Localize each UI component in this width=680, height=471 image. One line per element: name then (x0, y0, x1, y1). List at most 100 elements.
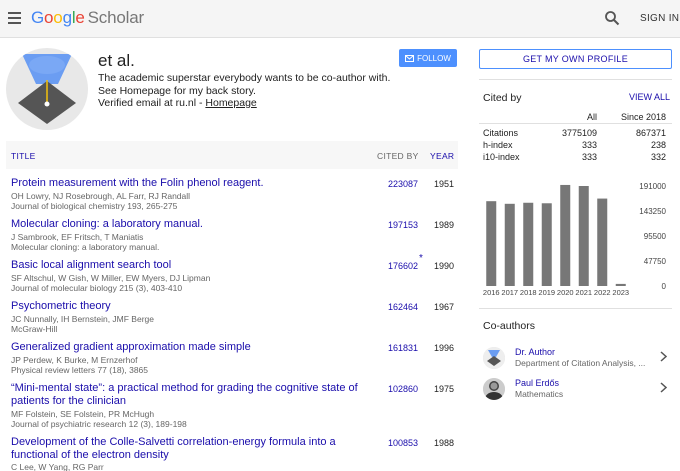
article-authors: J Sambrook, EF Fritsch, T Maniatis (11, 232, 144, 242)
article-journal: Journal of psychiatric research 12 (3), … (11, 419, 187, 429)
coauthor-affiliation: Department of Citation Analysis, ... (515, 358, 646, 368)
view-all-link[interactable]: VIEW ALL (629, 92, 670, 102)
article-authors: SF Altschul, W Gish, W Miller, EW Myers,… (11, 273, 211, 283)
bar-2019[interactable] (541, 203, 552, 286)
x-tick-label: 2022 (594, 288, 611, 297)
profile-avatar (6, 48, 88, 130)
profile-bio: The academic superstar everybody wants t… (98, 72, 391, 97)
coauthor-item[interactable]: Paul Erdős Mathematics (483, 378, 673, 404)
article-title[interactable]: Molecular cloning: a laboratory manual. (11, 218, 381, 231)
cited-count[interactable]: 161831 (388, 343, 418, 353)
x-tick-label: 2017 (501, 288, 518, 297)
bar-2021[interactable] (578, 186, 589, 286)
x-tick-label: 2021 (575, 288, 592, 297)
article-year: 1989 (434, 220, 455, 230)
stat-citations-since: 867371 (635, 128, 666, 138)
coauthor-name[interactable]: Paul Erdős (515, 378, 559, 388)
google-scholar-logo[interactable]: Google Scholar (31, 8, 144, 28)
coauthor-name[interactable]: Dr. Author (515, 347, 555, 357)
stat-h-index-since: 238 (650, 140, 666, 150)
article-authors: JP Perdew, K Burke, M Ernzerhof (11, 355, 138, 365)
article-journal: Journal of biological chemistry 193, 265… (11, 201, 178, 211)
article-journal: Physical review letters 77 (18), 3865 (11, 365, 149, 375)
article-title[interactable]: Basic local alignment search tool (11, 259, 381, 272)
stat-label-h-index[interactable]: h-index (483, 140, 513, 150)
stat-label-i10-index[interactable]: i10-index (483, 152, 520, 162)
col-all-header: All (586, 112, 597, 122)
article-year: 1990 (434, 261, 455, 271)
y-tick-label: 95500 (644, 232, 667, 241)
envelope-icon (405, 54, 415, 62)
article-authors: C Lee, W Yang, RG Parr (11, 462, 104, 471)
x-tick-label: 2019 (538, 288, 555, 297)
article-title[interactable]: Generalized gradient approximation made … (11, 341, 381, 354)
verified-text: Verified email at ru.nl - (98, 97, 206, 109)
chevron-right-icon[interactable] (660, 351, 667, 362)
bar-2022[interactable] (597, 198, 608, 286)
article-title[interactable]: “Mini-mental state”: a practical method … (11, 382, 381, 408)
cited-count[interactable]: 197153 (388, 220, 418, 230)
logo-google: Google (31, 8, 85, 27)
article-authors: MF Folstein, SE Folstein, PR McHugh (11, 409, 155, 419)
article-title[interactable]: Protein measurement with the Folin pheno… (11, 177, 381, 190)
article-year: 1996 (434, 343, 455, 353)
article-journal: McGraw-Hill (11, 324, 58, 334)
x-tick-label: 2023 (612, 288, 629, 297)
sort-by-year[interactable]: YEAR (430, 151, 454, 161)
follow-button[interactable]: FOLLOW (399, 49, 457, 67)
x-tick-label: 2020 (557, 288, 574, 297)
coauthor-avatar (483, 347, 505, 369)
search-icon[interactable] (604, 10, 620, 26)
x-tick-label: 2018 (520, 288, 537, 297)
articles-header: TITLE CITED BY YEAR (6, 141, 458, 169)
bar-2017[interactable] (504, 203, 515, 286)
sort-by-cited[interactable]: CITED BY (377, 151, 419, 161)
profile-name: et al. (98, 51, 135, 70)
bar-2023[interactable] (615, 283, 626, 286)
bar-2016[interactable] (486, 201, 497, 286)
verified-email: Verified email at ru.nl - Homepage (98, 97, 257, 109)
coauthor-item[interactable]: Dr. Author Department of Citation Analys… (483, 347, 673, 373)
cited-count[interactable]: 162464 (388, 302, 418, 312)
cited-count[interactable]: 102860 (388, 384, 418, 394)
cited-by-heading: Cited by (483, 92, 522, 104)
y-tick-label: 0 (662, 282, 667, 291)
sort-by-title[interactable]: TITLE (11, 151, 36, 161)
article-authors: OH Lowry, NJ Rosebrough, AL Farr, RJ Ran… (11, 191, 191, 201)
coauthor-affiliation: Mathematics (515, 389, 564, 399)
logo-scholar: Scholar (87, 8, 144, 27)
article-journal: Molecular cloning: a laboratory manual. (11, 242, 160, 252)
stat-citations-all: 3775109 (561, 128, 597, 138)
stat-label-citations[interactable]: Citations (483, 128, 518, 138)
bar-2020[interactable] (560, 184, 571, 286)
article-year: 1988 (434, 438, 455, 448)
col-since-header: Since 2018 (620, 112, 666, 122)
follow-label: FOLLOW (417, 53, 451, 63)
merged-citation-star[interactable]: * (419, 253, 423, 264)
article-title[interactable]: Development of the Colle-Salvetti correl… (11, 436, 381, 462)
article-year: 1967 (434, 302, 455, 312)
stat-h-index-all: 333 (581, 140, 597, 150)
cited-count[interactable]: 100853 (388, 438, 418, 448)
hamburger-menu-icon[interactable] (8, 12, 21, 24)
stat-i10-since: 332 (650, 152, 666, 162)
divider (479, 79, 672, 80)
y-tick-label: 47750 (644, 257, 667, 266)
chart-svg: 2016 2017 2018 2019 2020 2021 2022 2023 191000 14… (483, 182, 667, 297)
cited-count[interactable]: 223087 (388, 179, 418, 189)
article-authors: JC Nunnally, IH Bernstein, JMF Berge (11, 314, 154, 324)
stat-i10-all: 333 (581, 152, 597, 162)
article-title[interactable]: Psychometric theory (11, 300, 381, 313)
x-tick-label: 2016 (483, 288, 500, 297)
citations-bar-chart: 2016 2017 2018 2019 2020 2021 2022 2023 191000 14… (480, 178, 676, 300)
y-tick-label: 143250 (639, 207, 666, 216)
article-journal: Journal of molecular biology 215 (3), 40… (11, 283, 183, 293)
homepage-link[interactable]: Homepage (205, 97, 256, 109)
sign-in-button[interactable]: SIGN IN (640, 13, 679, 24)
bar-2018[interactable] (523, 202, 534, 286)
coauthor-avatar (483, 378, 505, 400)
chevron-right-icon[interactable] (660, 382, 667, 393)
get-my-own-profile-button[interactable]: GET MY OWN PROFILE (479, 49, 672, 69)
cited-count[interactable]: 176602 (388, 261, 418, 271)
divider (479, 308, 672, 309)
